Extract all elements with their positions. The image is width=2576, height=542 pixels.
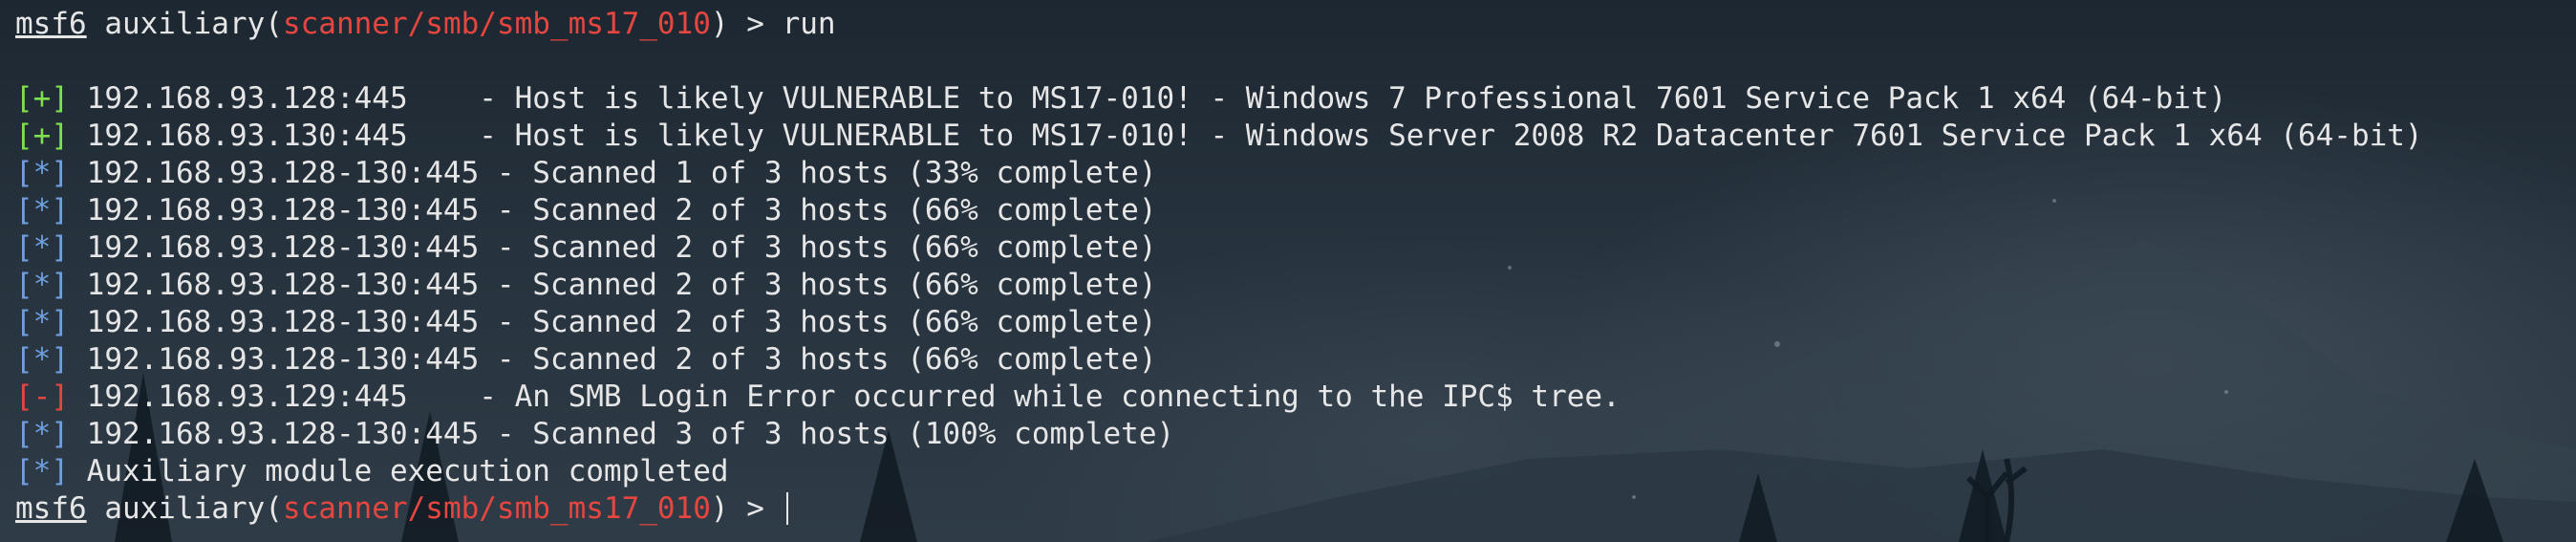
module-name: scanner/smb/smb_ms17_010 (282, 491, 711, 526)
prompt-prefix: auxiliary( (86, 7, 283, 41)
output-line: [*] 192.168.93.128-130:445 - Scanned 1 o… (15, 155, 2561, 192)
status-tag-info: [*] (15, 342, 69, 377)
output-line: [*] 192.168.93.128-130:445 - Scanned 2 o… (15, 192, 2561, 229)
output-text: 192.168.93.128-130:445 - Scanned 2 of 3 … (69, 342, 1157, 377)
output-text: 192.168.93.128-130:445 - Scanned 2 of 3 … (69, 193, 1157, 228)
module-name: scanner/smb/smb_ms17_010 (282, 7, 711, 41)
output-text: 192.168.93.128-130:445 - Scanned 2 of 3 … (69, 230, 1157, 265)
terminal-window[interactable]: msf6 auxiliary(scanner/smb/smb_ms17_010)… (0, 0, 2576, 542)
status-tag-info: [*] (15, 268, 69, 302)
output-line: [*] 192.168.93.128-130:445 - Scanned 2 o… (15, 267, 2561, 304)
status-tag-info: [*] (15, 454, 69, 488)
msf-prompt-label: msf6 (15, 7, 87, 41)
output-line: [-] 192.168.93.129:445 - An SMB Login Er… (15, 379, 2561, 416)
status-tag-info: [*] (15, 156, 69, 190)
msf-prompt-label: msf6 (15, 491, 87, 526)
output-text: 192.168.93.128-130:445 - Scanned 2 of 3 … (69, 305, 1157, 339)
prompt-suffix: ) > (710, 491, 783, 526)
output-line: [*] 192.168.93.128-130:445 - Scanned 3 o… (15, 416, 2561, 453)
output-line: [+] 192.168.93.128:445 - Host is likely … (15, 80, 2561, 118)
status-tag-info: [*] (15, 417, 69, 451)
prompt-prefix: auxiliary( (86, 491, 283, 526)
output-line: [*] 192.168.93.128-130:445 - Scanned 2 o… (15, 304, 2561, 341)
status-tag-info: [*] (15, 193, 69, 228)
status-tag-error: [-] (15, 379, 69, 414)
output-text: 192.168.93.130:445 - Host is likely VULN… (69, 119, 2423, 153)
output-text: Auxiliary module execution completed (69, 454, 729, 488)
output-text: 192.168.93.129:445 - An SMB Login Error … (69, 379, 1621, 414)
prompt-line: msf6 auxiliary(scanner/smb/smb_ms17_010)… (15, 6, 2561, 43)
output-text: 192.168.93.128:445 - Host is likely VULN… (69, 81, 2227, 116)
output-line: [*] Auxiliary module execution completed (15, 453, 2561, 490)
status-tag-success: [+] (15, 81, 69, 116)
status-tag-info: [*] (15, 305, 69, 339)
output-text: 192.168.93.128-130:445 - Scanned 3 of 3 … (69, 417, 1175, 451)
output-text: 192.168.93.128-130:445 - Scanned 1 of 3 … (69, 156, 1157, 190)
terminal-output: msf6 auxiliary(scanner/smb/smb_ms17_010)… (15, 6, 2561, 528)
prompt-suffix: ) > (710, 7, 783, 41)
output-text: 192.168.93.128-130:445 - Scanned 2 of 3 … (69, 268, 1157, 302)
output-line: [*] 192.168.93.128-130:445 - Scanned 2 o… (15, 229, 2561, 267)
active-prompt-line[interactable]: msf6 auxiliary(scanner/smb/smb_ms17_010)… (15, 490, 2561, 528)
status-tag-success: [+] (15, 119, 69, 153)
status-tag-info: [*] (15, 230, 69, 265)
command-text: run (782, 7, 836, 41)
output-line: [*] 192.168.93.128-130:445 - Scanned 2 o… (15, 341, 2561, 379)
output-line: [+] 192.168.93.130:445 - Host is likely … (15, 118, 2561, 155)
text-cursor[interactable] (785, 492, 788, 525)
